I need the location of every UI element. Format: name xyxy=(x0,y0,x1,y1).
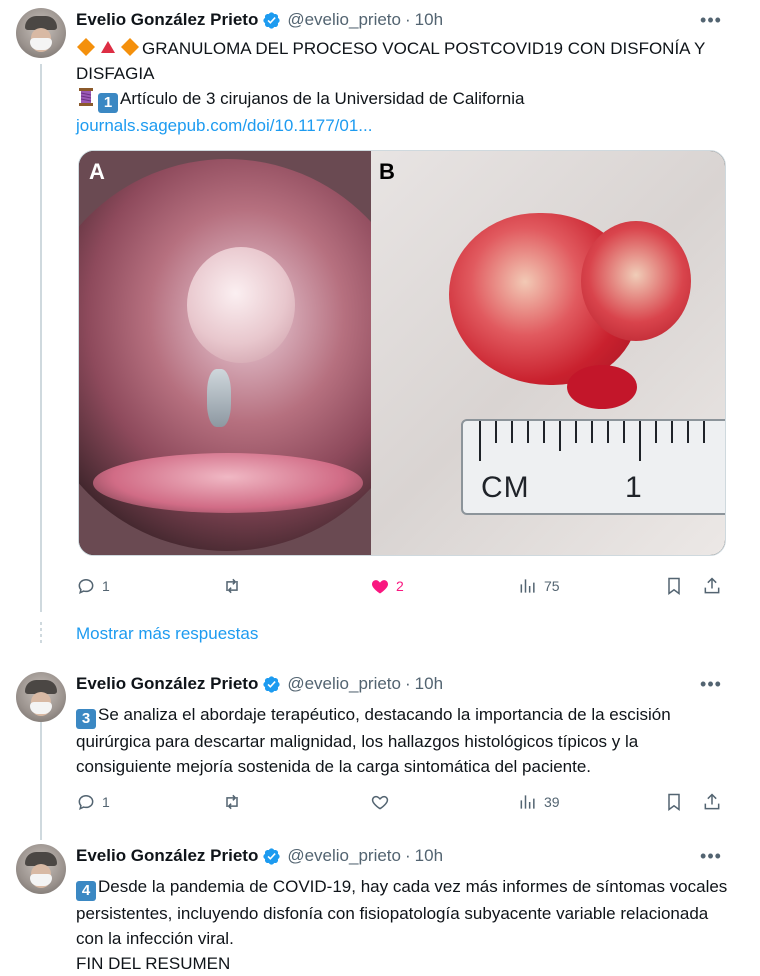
author-name[interactable]: Evelio González Prieto xyxy=(76,674,258,694)
red-triangle-icon xyxy=(101,41,115,53)
author-handle[interactable]: @evelio_prieto xyxy=(287,674,401,694)
panel-label-b: B xyxy=(379,159,395,184)
media-panel-b: CM 1 B xyxy=(371,151,725,555)
verified-badge-icon xyxy=(263,847,280,865)
verified-badge-icon xyxy=(263,675,280,693)
tweet-line: 4 Desde la pandemia de COVID-19, hay cada… xyxy=(76,874,736,951)
orange-diamond-icon xyxy=(121,38,139,56)
tweet-text: 4 Desde la pandemia de COVID-19, hay cada… xyxy=(76,874,736,976)
tweet-text: 3 Se analiza el abordaje terapéutico, des… xyxy=(76,702,736,779)
author-name[interactable]: Evelio González Prieto xyxy=(76,846,258,866)
views-icon xyxy=(520,579,535,593)
retweet-icon xyxy=(226,578,238,594)
author-name[interactable]: Evelio González Prieto xyxy=(76,10,258,30)
keycap-number-icon: 3 xyxy=(76,708,96,729)
retweet-button[interactable] xyxy=(222,790,248,814)
tweet-header: Evelio González Prieto @evelio_prieto · … xyxy=(76,673,443,695)
panel-label-a: A xyxy=(89,159,105,184)
keycap-number-icon: 1 xyxy=(98,92,118,113)
share-button[interactable] xyxy=(702,574,722,598)
avatar[interactable] xyxy=(16,672,66,722)
tweet-line: journals.sagepub.com/doi/10.1177/01... xyxy=(76,113,736,138)
more-options-icon[interactable]: ••• xyxy=(700,11,722,34)
reply-button[interactable]: 1 xyxy=(76,574,110,598)
orange-diamond-icon xyxy=(77,38,95,56)
tweet-text: GRANULOMA DEL PROCESO VOCAL POSTCOVID19 … xyxy=(76,36,736,138)
bookmark-icon xyxy=(668,793,680,811)
views-button[interactable]: 75 xyxy=(518,574,560,598)
reply-icon xyxy=(78,794,94,811)
media-panel-a: A xyxy=(79,151,371,555)
avatar[interactable] xyxy=(16,844,66,894)
author-handle[interactable]: @evelio_prieto xyxy=(287,846,401,866)
ruler-unit: CM xyxy=(481,471,530,504)
separator: · xyxy=(404,674,411,693)
avatar[interactable] xyxy=(16,8,66,58)
like-icon xyxy=(371,795,389,810)
tweet-media[interactable]: A CM 1 B xyxy=(78,150,726,556)
tweet-header: Evelio González Prieto @evelio_prieto · … xyxy=(76,9,443,31)
tweet-line: GRANULOMA DEL PROCESO VOCAL POSTCOVID19 … xyxy=(76,36,736,86)
like-button[interactable]: 2 xyxy=(370,574,404,598)
timestamp[interactable]: 10h xyxy=(415,674,443,694)
verified-badge-icon xyxy=(263,11,280,29)
show-more-replies-link[interactable]: Mostrar más respuestas xyxy=(76,624,258,644)
tweet-actions: 1 2 75 xyxy=(76,574,726,598)
reply-button[interactable]: 1 xyxy=(76,790,110,814)
timestamp[interactable]: 10h xyxy=(415,846,443,866)
tweet-body: Desde la pandemia de COVID-19, hay cada … xyxy=(76,877,728,948)
tweet-subtitle: Artículo de 3 cirujanos de la Universida… xyxy=(120,89,525,108)
bookmark-button[interactable] xyxy=(664,574,684,598)
tweet[interactable]: Evelio González Prieto @evelio_prieto · … xyxy=(0,0,760,612)
retweet-icon xyxy=(226,794,238,810)
tweet-header: Evelio González Prieto @evelio_prieto · … xyxy=(76,845,443,867)
tweet[interactable]: Evelio González Prieto @evelio_prieto · … xyxy=(0,836,760,973)
tweet-line: 3 Se analiza el abordaje terapéutico, des… xyxy=(76,702,736,779)
reply-icon xyxy=(78,578,94,595)
retweet-button[interactable] xyxy=(222,574,248,598)
views-count: 75 xyxy=(544,578,560,594)
tweet[interactable]: Evelio González Prieto @evelio_prieto · … xyxy=(0,664,760,824)
share-button[interactable] xyxy=(702,790,722,814)
like-count: 2 xyxy=(396,578,404,594)
tweet-line: 1 Artículo de 3 cirujanos de la Universid… xyxy=(76,86,736,113)
ruler-value: 1 xyxy=(625,471,642,504)
thread-line-dotted xyxy=(40,622,42,646)
reply-count: 1 xyxy=(102,578,110,594)
bookmark-icon xyxy=(668,577,680,595)
tweet-title: GRANULOMA DEL PROCESO VOCAL POSTCOVID19 … xyxy=(76,39,706,83)
ruler: CM 1 xyxy=(461,419,725,515)
separator: · xyxy=(404,846,411,865)
like-icon xyxy=(372,580,388,594)
views-button[interactable]: 39 xyxy=(518,790,560,814)
bookmark-button[interactable] xyxy=(664,790,684,814)
views-count: 39 xyxy=(544,794,560,810)
tweet-actions: 1 39 xyxy=(76,790,726,814)
article-link[interactable]: journals.sagepub.com/doi/10.1177/01... xyxy=(76,116,372,135)
separator: · xyxy=(404,10,411,29)
reply-count: 1 xyxy=(102,794,110,810)
tweet-body: Se analiza el abordaje terapéutico, dest… xyxy=(76,705,671,776)
more-options-icon[interactable]: ••• xyxy=(700,847,722,870)
views-icon xyxy=(520,795,535,809)
more-options-icon[interactable]: ••• xyxy=(700,675,722,698)
author-handle[interactable]: @evelio_prieto xyxy=(287,10,401,30)
like-button[interactable] xyxy=(370,790,396,814)
thread-spool-icon xyxy=(79,88,93,106)
timestamp[interactable]: 10h xyxy=(415,10,443,30)
share-icon xyxy=(704,577,720,594)
keycap-number-icon: 4 xyxy=(76,880,96,901)
share-icon xyxy=(704,793,720,810)
